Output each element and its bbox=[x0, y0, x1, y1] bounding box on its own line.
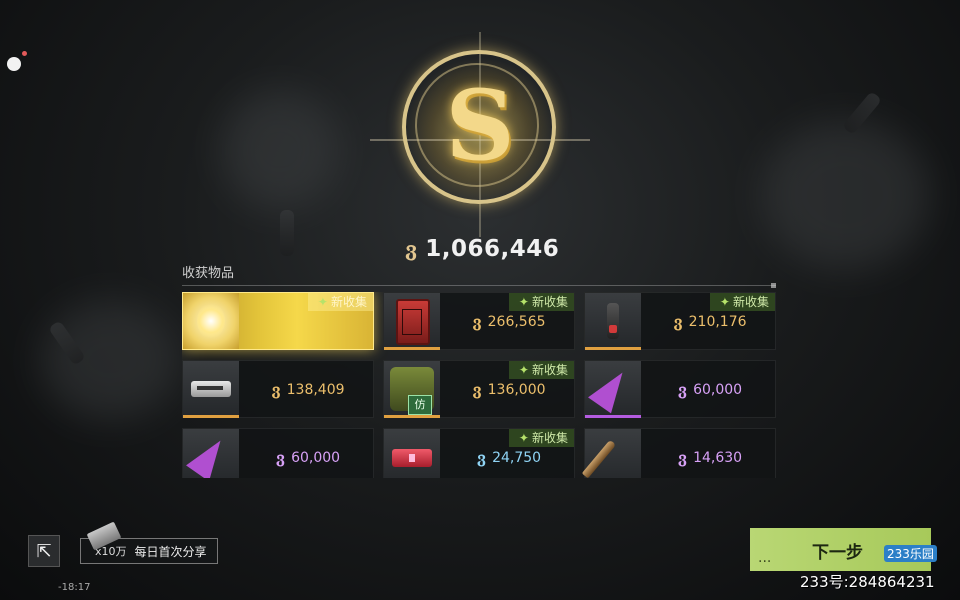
replica-tag: 仿 bbox=[408, 395, 432, 415]
case-icon bbox=[384, 429, 440, 478]
new-badge: ✦ 新收集 bbox=[508, 429, 574, 447]
item-price: ვ 60,000 bbox=[677, 381, 743, 399]
bullet-icon: 10 bbox=[581, 429, 641, 478]
coin-letter: S bbox=[445, 69, 515, 182]
loot-item[interactable]: ✦ 新收集 ვ 24,750 bbox=[383, 428, 575, 478]
new-badge: ✦ 新收集 bbox=[508, 361, 574, 379]
flash-item-icon bbox=[183, 293, 239, 349]
item-price: ვ 24,750 bbox=[476, 449, 542, 467]
item-price: ვ 14,630 bbox=[677, 449, 743, 467]
loot-item[interactable]: ვ 60,000 bbox=[584, 360, 776, 418]
loot-item[interactable]: 10 ვ14,630 bbox=[581, 428, 776, 478]
total-value: ვ 1,066,446 bbox=[405, 232, 565, 266]
item-price: ვ 60,000 bbox=[275, 449, 341, 467]
loot-grid: ✦ 新收集 ✦ 新收集 ვ 266,565 ✦ 新收集 ვ 210,176 ვ 138,40… bbox=[182, 292, 778, 478]
loot-item[interactable]: ვ 138,409 bbox=[182, 360, 374, 418]
grenade-icon bbox=[585, 293, 641, 349]
loot-item[interactable]: ✦ 新收集 ვ 266,565 bbox=[383, 292, 575, 350]
share-button[interactable]: ⇱ bbox=[28, 535, 60, 567]
item-price: ვ 136,000 bbox=[472, 381, 546, 399]
share-icon: ⇱ bbox=[36, 540, 52, 562]
item-price: ვ 266,565 bbox=[472, 313, 546, 331]
share-text: 每日首次分享 bbox=[134, 544, 207, 559]
item-price: ვ 138,409 bbox=[271, 381, 345, 399]
section-title: 收获物品 bbox=[182, 266, 235, 281]
new-badge: ✦ 新收集 bbox=[307, 293, 373, 311]
loot-item[interactable]: 仿 ✦ 新收集 ვ 136,000 bbox=[383, 360, 575, 418]
loot-item[interactable]: ვ 60,000 bbox=[182, 428, 374, 478]
crystal-icon bbox=[585, 361, 641, 417]
clock-time: -18:17 bbox=[58, 582, 91, 593]
new-badge: ✦ 新收集 bbox=[508, 293, 574, 311]
crystal-icon bbox=[183, 429, 239, 478]
record-indicator bbox=[7, 51, 27, 71]
plant-icon: 仿 bbox=[384, 361, 440, 417]
total-amount: 1,066,446 bbox=[425, 236, 560, 262]
loot-item[interactable]: ✦ 新收集 bbox=[182, 292, 374, 350]
jerrycan-icon bbox=[384, 293, 440, 349]
next-button-label: 下一步 bbox=[812, 543, 863, 563]
item-price: ვ 210,176 bbox=[673, 313, 747, 331]
section-divider bbox=[182, 283, 776, 288]
dots-icon: ... bbox=[758, 550, 772, 566]
new-badge: ✦ 新收集 bbox=[709, 293, 775, 311]
coin-emblem: S bbox=[365, 32, 595, 237]
watermark-logo: 233乐园 bbox=[884, 545, 937, 562]
share-reward-tip[interactable]: x10万 每日首次分享 bbox=[80, 521, 218, 564]
loot-item[interactable]: ✦ 新收集 ვ 210,176 bbox=[584, 292, 776, 350]
coin-icon: ვ bbox=[405, 237, 418, 261]
radio-icon bbox=[183, 361, 239, 417]
watermark-id: 233号:284864231 bbox=[800, 573, 935, 591]
